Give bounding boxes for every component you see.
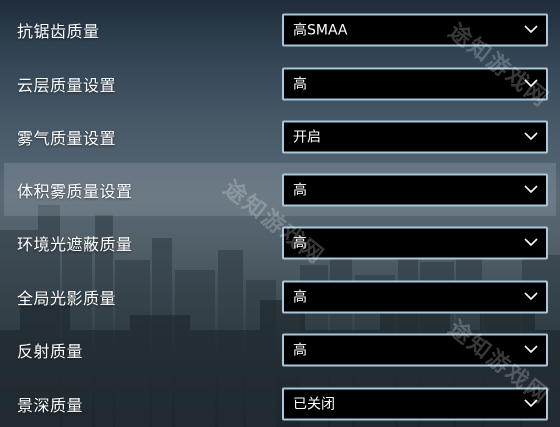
dropdown-value: 高 bbox=[293, 289, 307, 306]
dropdown-value: 开启 bbox=[293, 129, 321, 146]
chevron-down-icon bbox=[524, 238, 538, 247]
setting-row-anti-aliasing: 抗锯齿质量 高SMAA bbox=[4, 3, 556, 56]
setting-row-volumetric-fog[interactable]: 体积雾质量设置 高 bbox=[4, 163, 556, 216]
dropdown-value: 高 bbox=[293, 342, 307, 359]
dropdown-value: 高SMAA bbox=[293, 22, 348, 39]
setting-label: 全局光影质量 bbox=[17, 288, 117, 308]
setting-row-ambient-occlusion: 环境光遮蔽质量 高 bbox=[4, 216, 556, 269]
global-illumination-dropdown[interactable]: 高 bbox=[282, 280, 548, 313]
setting-label: 雾气质量设置 bbox=[17, 128, 117, 148]
chevron-down-icon bbox=[524, 399, 538, 408]
cloud-quality-dropdown[interactable]: 高 bbox=[282, 67, 548, 100]
setting-label: 反射质量 bbox=[17, 341, 84, 361]
setting-label: 云层质量设置 bbox=[17, 75, 117, 95]
reflection-quality-dropdown[interactable]: 高 bbox=[282, 333, 548, 366]
dropdown-value: 高 bbox=[293, 76, 307, 93]
setting-label: 体积雾质量设置 bbox=[17, 181, 133, 201]
chevron-down-icon bbox=[524, 292, 538, 301]
volumetric-fog-dropdown[interactable]: 高 bbox=[282, 173, 548, 206]
chevron-down-icon bbox=[524, 345, 538, 354]
chevron-down-icon bbox=[524, 132, 538, 141]
depth-of-field-dropdown[interactable]: 已关闭 bbox=[282, 387, 548, 420]
dropdown-value: 已关闭 bbox=[293, 396, 335, 413]
ambient-occlusion-dropdown[interactable]: 高 bbox=[282, 226, 548, 259]
chevron-down-icon bbox=[524, 185, 538, 194]
dropdown-value: 高 bbox=[293, 182, 307, 199]
setting-row-global-illumination: 全局光影质量 高 bbox=[4, 270, 556, 323]
setting-row-depth-of-field: 景深质量 已关闭 bbox=[4, 377, 556, 427]
setting-label: 环境光遮蔽质量 bbox=[17, 234, 133, 254]
fog-quality-dropdown[interactable]: 开启 bbox=[282, 120, 548, 153]
graphics-settings-panel: 抗锯齿质量 高SMAA 云层质量设置 高 雾气质量设置 开启 体积雾质量设置 高… bbox=[0, 0, 560, 427]
setting-label: 景深质量 bbox=[17, 395, 84, 415]
chevron-down-icon bbox=[524, 79, 538, 88]
anti-aliasing-dropdown[interactable]: 高SMAA bbox=[282, 13, 548, 46]
chevron-down-icon bbox=[524, 25, 538, 34]
setting-row-reflection-quality: 反射质量 高 bbox=[4, 323, 556, 376]
setting-label: 抗锯齿质量 bbox=[17, 21, 100, 41]
dropdown-value: 高 bbox=[293, 235, 307, 252]
setting-row-fog-quality: 雾气质量设置 开启 bbox=[4, 110, 556, 163]
setting-row-cloud-quality: 云层质量设置 高 bbox=[4, 57, 556, 110]
